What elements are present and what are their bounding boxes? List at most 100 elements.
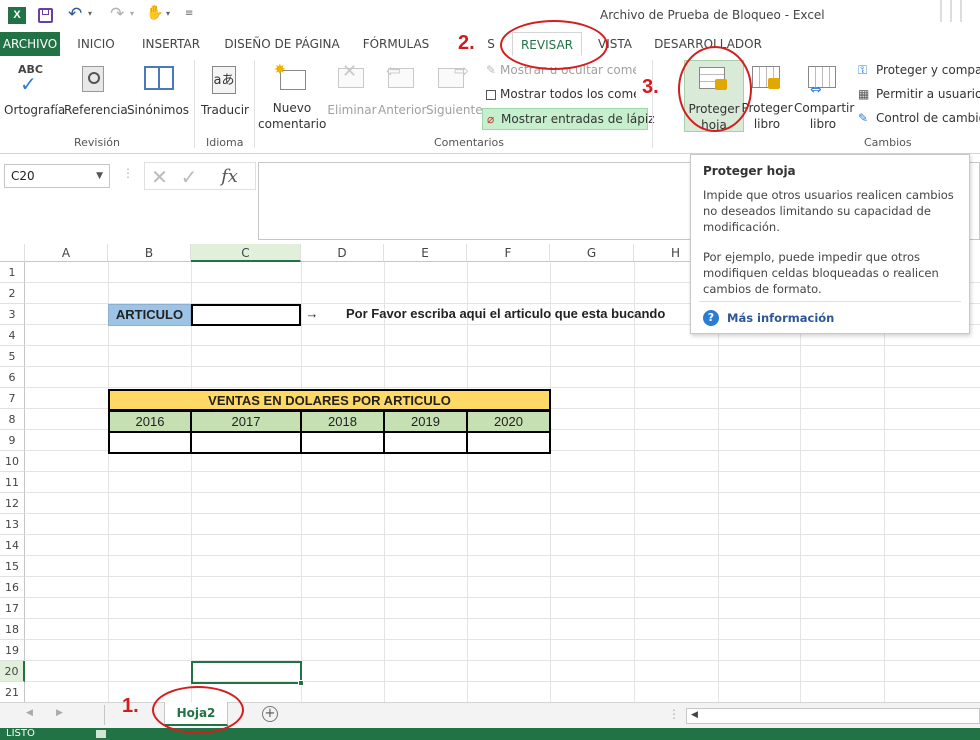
horizontal-scrollbar[interactable]: ◀: [686, 708, 980, 724]
separator: [254, 60, 255, 148]
tab-insertar[interactable]: INSERTAR: [136, 32, 206, 56]
name-box-dropdown-icon[interactable]: ▼: [96, 165, 103, 187]
year-cell-2016[interactable]: 2016: [108, 411, 191, 432]
row-header-8[interactable]: 8: [0, 409, 25, 430]
gridline: [25, 345, 980, 346]
row-header-19[interactable]: 19: [0, 640, 25, 661]
row-header-2[interactable]: 2: [0, 283, 25, 304]
row-header-5[interactable]: 5: [0, 346, 25, 367]
row-header-1[interactable]: 1: [0, 262, 25, 283]
track-changes-icon: ✎: [858, 111, 869, 125]
customize-toolbar-icon[interactable]: ≡: [185, 8, 193, 19]
redo-dropdown-icon[interactable]: ▾: [130, 9, 134, 18]
add-sheet-icon[interactable]: +: [262, 706, 278, 722]
insert-function-icon[interactable]: fx: [204, 162, 256, 190]
share-workbook-icon: ⇔: [794, 60, 852, 98]
row-header-10[interactable]: 10: [0, 451, 25, 472]
nuevo-comentario-button[interactable]: ✸ Nuevo comentario: [258, 60, 326, 132]
year-cell-2018[interactable]: 2018: [301, 411, 384, 432]
row-header-18[interactable]: 18: [0, 619, 25, 640]
value-cell-2017[interactable]: [191, 432, 301, 454]
value-cell-2019[interactable]: [384, 432, 467, 454]
annotation-circle-sheet-tab: [152, 686, 244, 734]
control-cambios-button[interactable]: ✎ Control de cambio: [858, 108, 980, 128]
row-header-7[interactable]: 7: [0, 388, 25, 409]
tab-archivo[interactable]: ARCHIVO: [0, 32, 60, 56]
tab-diseno-pagina[interactable]: DISEÑO DE PÁGINA: [220, 32, 344, 56]
cancel-icon[interactable]: ✕: [144, 162, 174, 190]
touch-mode-icon[interactable]: ✋: [146, 5, 163, 21]
traducir-button[interactable]: aあ Traducir: [198, 60, 252, 132]
row-header-20[interactable]: 20: [0, 661, 25, 682]
scroll-sheets-right-icon[interactable]: ▶: [56, 708, 63, 718]
row-header-9[interactable]: 9: [0, 430, 25, 451]
value-cell-2020[interactable]: [467, 432, 551, 454]
undo-dropdown-icon[interactable]: ▾: [88, 9, 92, 18]
row-header-14[interactable]: 14: [0, 535, 25, 556]
scroll-sheets-left-icon[interactable]: ◀: [26, 708, 33, 718]
select-all-corner[interactable]: [0, 244, 25, 262]
ortografia-button[interactable]: ABC ✓ Ortografía: [4, 60, 65, 132]
row-header-16[interactable]: 16: [0, 577, 25, 598]
enter-icon[interactable]: ✓: [174, 162, 204, 190]
allow-users-icon: ▦: [858, 87, 870, 101]
referencia-label: Referencia: [64, 103, 128, 117]
value-cell-2018[interactable]: [301, 432, 384, 454]
referencia-button[interactable]: Referencia: [64, 60, 128, 132]
mas-informacion-link[interactable]: Más información: [727, 310, 834, 326]
column-header-e[interactable]: E: [384, 244, 467, 262]
separator: [104, 705, 105, 725]
mostrar-lapiz-button[interactable]: ⌀ Mostrar entradas de lápiz: [482, 108, 654, 130]
column-header-a[interactable]: A: [25, 244, 108, 262]
eliminar-button[interactable]: ✕ Eliminar: [326, 60, 378, 132]
spellcheck-icon: ABC ✓: [18, 63, 43, 96]
permitir-usuarios-button[interactable]: ▦ Permitir a usuarios: [858, 84, 980, 104]
touch-dropdown-icon[interactable]: ▾: [166, 9, 170, 18]
row-header-3[interactable]: 3: [0, 304, 25, 325]
gridline: [25, 534, 980, 535]
row-header-6[interactable]: 6: [0, 367, 25, 388]
name-box[interactable]: C20 ▼: [4, 164, 110, 188]
row-header-21[interactable]: 21: [0, 682, 25, 702]
gridline: [25, 681, 980, 682]
selected-cell-c20[interactable]: [191, 661, 302, 684]
sinonimos-button[interactable]: Sinónimos: [126, 60, 190, 132]
excel-logo-icon: X: [8, 7, 26, 24]
save-icon[interactable]: [38, 8, 53, 23]
status-mode: LISTO: [6, 728, 35, 739]
anterior-button[interactable]: ⇦ Anterior: [378, 60, 426, 132]
column-header-d[interactable]: D: [301, 244, 384, 262]
articulo-label-cell[interactable]: ARTICULO: [108, 304, 191, 326]
siguiente-button[interactable]: ⇨ Siguiente: [426, 60, 483, 132]
compartir-libro-button[interactable]: ⇔ Compartir libro: [794, 60, 854, 132]
undo-icon[interactable]: ↶: [68, 4, 82, 24]
row-header-12[interactable]: 12: [0, 493, 25, 514]
column-header-b[interactable]: B: [108, 244, 191, 262]
column-header-f[interactable]: F: [467, 244, 550, 262]
row-header-11[interactable]: 11: [0, 472, 25, 493]
row-header-4[interactable]: 4: [0, 325, 25, 346]
proteger-compartir-button[interactable]: ⚿ Proteger y compar: [858, 60, 980, 80]
year-cell-2017[interactable]: 2017: [191, 411, 301, 432]
table-title-cell[interactable]: VENTAS EN DOLARES POR ARTICULO: [108, 389, 551, 411]
year-cell-2019[interactable]: 2019: [384, 411, 467, 432]
year-cell-2020[interactable]: 2020: [467, 411, 551, 432]
column-header-c[interactable]: C: [191, 244, 301, 262]
mostrar-todos-button[interactable]: Mostrar todos los come: [486, 84, 636, 104]
tab-datos-partial[interactable]: S: [484, 32, 498, 56]
ribbon-display-icon[interactable]: [938, 0, 974, 26]
row-header-13[interactable]: 13: [0, 514, 25, 535]
value-cell-2016[interactable]: [108, 432, 191, 454]
redo-icon[interactable]: ↷: [110, 4, 124, 24]
tab-inicio[interactable]: INICIO: [68, 32, 124, 56]
row-header-15[interactable]: 15: [0, 556, 25, 577]
fill-handle[interactable]: [298, 680, 304, 686]
tab-formulas[interactable]: FÓRMULAS: [358, 32, 434, 56]
gridline: [550, 262, 551, 702]
siguiente-label: Siguiente: [426, 103, 483, 117]
macro-record-icon[interactable]: [96, 730, 106, 738]
row-header-17[interactable]: 17: [0, 598, 25, 619]
scroll-left-icon[interactable]: ◀: [691, 710, 698, 720]
articulo-input-cell[interactable]: [191, 304, 301, 326]
column-header-g[interactable]: G: [550, 244, 634, 262]
